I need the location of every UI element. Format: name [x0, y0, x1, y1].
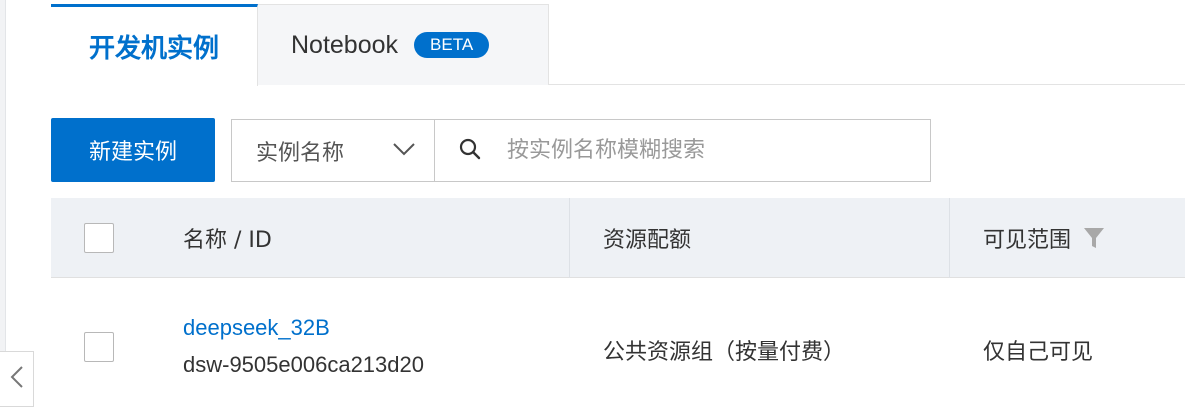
filter-field-select[interactable]: 实例名称 [232, 120, 435, 181]
beta-badge: BETA [414, 32, 490, 58]
instance-name-link[interactable]: deepseek_32B [183, 315, 330, 341]
tab-dev-instances-label: 开发机实例 [88, 34, 219, 64]
header-visibility: 可见范围 [983, 198, 1105, 278]
tab-notebook[interactable]: Notebook BETA [258, 4, 549, 85]
header-resource: 资源配额 [603, 228, 692, 253]
search-input[interactable] [505, 137, 889, 164]
column-divider [949, 198, 950, 278]
search-box [435, 120, 930, 181]
collapse-sidebar-button[interactable] [0, 351, 34, 407]
table-row: deepseek_32B dsw-9505e006ca213d20 公共资源组（… [51, 279, 1185, 407]
filter-icon[interactable] [1083, 226, 1105, 250]
filter-field-value: 实例名称 [256, 140, 345, 166]
select-all-checkbox[interactable] [84, 223, 114, 253]
instance-id: dsw-9505e006ca213d20 [183, 352, 424, 377]
left-edge-strip [0, 0, 6, 407]
create-instance-button[interactable]: 新建实例 [51, 118, 215, 182]
instance-table: 名称 / ID 资源配额 可见范围 [51, 198, 1185, 278]
chevron-left-icon [10, 365, 24, 393]
tab-notebook-label: Notebook [291, 30, 399, 59]
visibility-value: 仅自己可见 [983, 340, 1094, 365]
resource-quota: 公共资源组（按量付费） [603, 340, 846, 365]
chevron-down-icon [392, 141, 416, 160]
search-icon [459, 138, 481, 164]
search-group: 实例名称 [231, 119, 931, 182]
row-checkbox[interactable] [84, 332, 114, 362]
header-name: 名称 / ID [183, 228, 272, 253]
header-visibility-label: 可见范围 [983, 228, 1072, 253]
column-divider [569, 198, 570, 278]
tab-bar: 开发机实例 Notebook BETA [51, 0, 1185, 86]
table-header: 名称 / ID 资源配额 可见范围 [51, 198, 1185, 278]
tab-dev-instances[interactable]: 开发机实例 [51, 4, 258, 86]
